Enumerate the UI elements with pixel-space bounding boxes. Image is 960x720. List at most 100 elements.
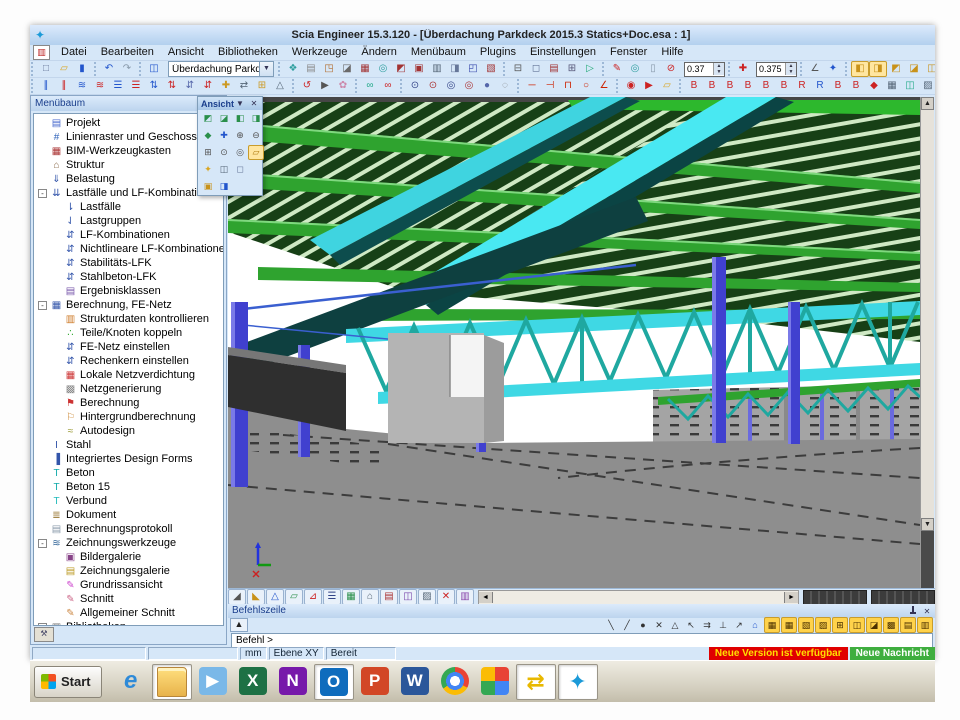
triangle-icon[interactable]: △	[271, 78, 289, 94]
result-r1-icon[interactable]: R	[793, 78, 811, 94]
grid-snap-6-icon[interactable]: ◫	[849, 617, 865, 633]
menu-bearbeiten[interactable]: Bearbeiten	[94, 45, 161, 60]
view-iso-icon[interactable]: ◆	[200, 128, 216, 143]
scia-engineer-icon[interactable]: ✦	[558, 664, 598, 700]
perspective-icon[interactable]: ◢	[228, 589, 246, 605]
new-icon[interactable]: □	[37, 61, 55, 77]
plane-cell[interactable]: Ebene XY	[269, 647, 324, 660]
tree-item-zeichnungsgalerie[interactable]: ▤Zeichnungsgalerie	[38, 564, 223, 578]
internet-explorer-icon[interactable]: e	[112, 664, 150, 698]
excel-icon[interactable]: X	[234, 664, 272, 698]
message-badge[interactable]: Neue Nachricht	[850, 647, 935, 660]
tree-item-berechnungsprotokoll[interactable]: ▤Berechnungsprotokoll	[38, 522, 223, 536]
tree-item-lastfälle-und-lf-kombinationen[interactable]: -⇊Lastfälle und LF-Kombinationen	[38, 186, 223, 200]
swap-icon[interactable]: ⇵	[181, 78, 199, 94]
tree-item-berechnung[interactable]: ⚑Berechnung	[38, 396, 223, 410]
menu-ansicht[interactable]: Ansicht	[161, 45, 211, 60]
select-nodes-icon[interactable]: ∥	[55, 78, 73, 94]
tree-item-lokale-netzverdichtung[interactable]: ▦Lokale Netzverdichtung	[38, 368, 223, 382]
tree-item-schnitt[interactable]: ✎Schnitt	[38, 592, 223, 606]
tree-item-projekt[interactable]: ▤Projekt	[38, 116, 223, 130]
grid-snap-8-icon[interactable]: ▩	[883, 617, 899, 633]
scale-tool-icon[interactable]: ✚	[734, 61, 752, 77]
tree-item-hintergrundberechnung[interactable]: ⚐Hintergrundberechnung	[38, 410, 223, 424]
eye-icon[interactable]: ◉	[622, 78, 640, 94]
lights-icon[interactable]: ✕	[437, 589, 455, 605]
grid-snap-7-icon[interactable]: ◪	[866, 617, 882, 633]
tree-item-dokument[interactable]: ≣Dokument	[38, 508, 223, 522]
grid-snap-3-icon[interactable]: ▧	[798, 617, 814, 633]
title-bar[interactable]: ✦ Scia Engineer 15.3.120 - [Überdachung …	[30, 25, 935, 45]
swap-red-icon[interactable]: ⇵	[199, 78, 217, 94]
grid-snap-9-icon[interactable]: ▤	[900, 617, 916, 633]
view-top-icon[interactable]: ◫	[923, 61, 935, 77]
zoom-out-icon[interactable]: ⊖	[248, 128, 264, 143]
pin-icon[interactable]	[907, 606, 919, 617]
view-z-icon[interactable]: ◧	[232, 111, 248, 126]
view-left-icon[interactable]: ◩	[887, 61, 905, 77]
measure-icon[interactable]: ◎	[626, 61, 644, 77]
pencil-icon[interactable]: ✎	[608, 61, 626, 77]
clipboard-icon[interactable]: ▦	[356, 61, 374, 77]
tree-item-stahlbeton-lfk[interactable]: ⇵Stahlbeton-LFK	[38, 270, 223, 284]
units-cell[interactable]: mm	[240, 647, 267, 660]
section-icon[interactable]: ⊿	[304, 589, 322, 605]
circle-icon[interactable]: ○	[577, 78, 595, 94]
binocular-blue-icon[interactable]: ⊙	[406, 78, 424, 94]
polyline-icon[interactable]: ⊣	[541, 78, 559, 94]
start-button[interactable]: Start	[34, 666, 102, 698]
expand-icon[interactable]: +	[38, 623, 47, 627]
print-view-icon[interactable]: ◻	[232, 162, 248, 177]
view-parameters-icon[interactable]: ◨	[216, 179, 232, 194]
table-icon[interactable]: ▣	[410, 61, 428, 77]
snap-extend-icon[interactable]: ↗	[731, 617, 747, 633]
close-window-icon[interactable]: ◫	[145, 61, 163, 77]
tree-item-allgemeiner-schnitt[interactable]: ✎Allgemeiner Schnitt	[38, 606, 223, 620]
report-icon[interactable]: ▧	[482, 61, 500, 77]
engineering-report-icon[interactable]: ▤	[545, 61, 563, 77]
angle-icon[interactable]: ∠	[806, 61, 824, 77]
fly-icon[interactable]: ▶	[640, 78, 658, 94]
clip-icon[interactable]: ▯	[644, 61, 662, 77]
grid-snap-10-icon[interactable]: ▥	[917, 617, 933, 633]
members-icon[interactable]: ◪	[338, 61, 356, 77]
project-combobox[interactable]: Überdachung Parkde▼	[168, 61, 274, 77]
erase-icon[interactable]: ⊘	[662, 61, 680, 77]
snap-center-icon[interactable]: ⌂	[747, 617, 763, 633]
tree-item-rechenkern-einstellen[interactable]: ⇵Rechenkern einstellen	[38, 354, 223, 368]
outlook-icon[interactable]: O	[314, 664, 354, 700]
tree-item-bildergalerie[interactable]: ▣Bildergalerie	[38, 550, 223, 564]
menu-werkzeuge[interactable]: Werkzeuge	[285, 45, 354, 60]
open-project-icon[interactable]: ▱	[658, 78, 676, 94]
sort-down-icon[interactable]: ⇅	[163, 78, 181, 94]
clipping-box-icon[interactable]: ◫	[216, 162, 232, 177]
tree-item-autodesign[interactable]: ≈Autodesign	[38, 424, 223, 438]
scia-arrows-icon[interactable]: ⇄	[516, 664, 556, 700]
collapse-icon[interactable]: -	[38, 539, 47, 548]
result-table-icon[interactable]: ▦	[883, 78, 901, 94]
view-right-icon[interactable]: ◪	[905, 61, 923, 77]
document-icon[interactable]: ▥	[428, 61, 446, 77]
view-front-icon[interactable]: ◧	[851, 61, 869, 77]
snap-star-icon[interactable]: ✚	[217, 78, 235, 94]
snap-circle-icon[interactable]: ●	[635, 617, 651, 633]
preview-icon[interactable]: ◻	[527, 61, 545, 77]
scroll-down-icon[interactable]: ▼	[921, 518, 934, 531]
scale-spinner-1[interactable]: 0.37▲▼	[684, 62, 725, 77]
panel-pin-button[interactable]: ⚒	[34, 627, 54, 642]
result-diamond-icon[interactable]: ◆	[865, 78, 883, 94]
cursor-mode-icon[interactable]: ▶	[316, 78, 334, 94]
snap-corner-icon[interactable]: ↖	[683, 617, 699, 633]
zoom-all-icon[interactable]: ⊙	[216, 145, 232, 160]
document-window-icon[interactable]: ▥	[33, 45, 50, 60]
numbering-icon[interactable]: ▨	[418, 589, 436, 605]
command-close-icon[interactable]: ✕	[921, 606, 933, 617]
menu-einstellungen[interactable]: Einstellungen	[523, 45, 603, 60]
filter-type-icon[interactable]: ☰	[127, 78, 145, 94]
binocular-red-icon[interactable]: ⊙	[424, 78, 442, 94]
image-icon[interactable]: ◨	[446, 61, 464, 77]
grid-snap-2-icon[interactable]: ▦	[781, 617, 797, 633]
calculator-icon[interactable]: ⊞	[563, 61, 581, 77]
arc-icon[interactable]: ∠	[595, 78, 613, 94]
result-b8-icon[interactable]: B	[847, 78, 865, 94]
